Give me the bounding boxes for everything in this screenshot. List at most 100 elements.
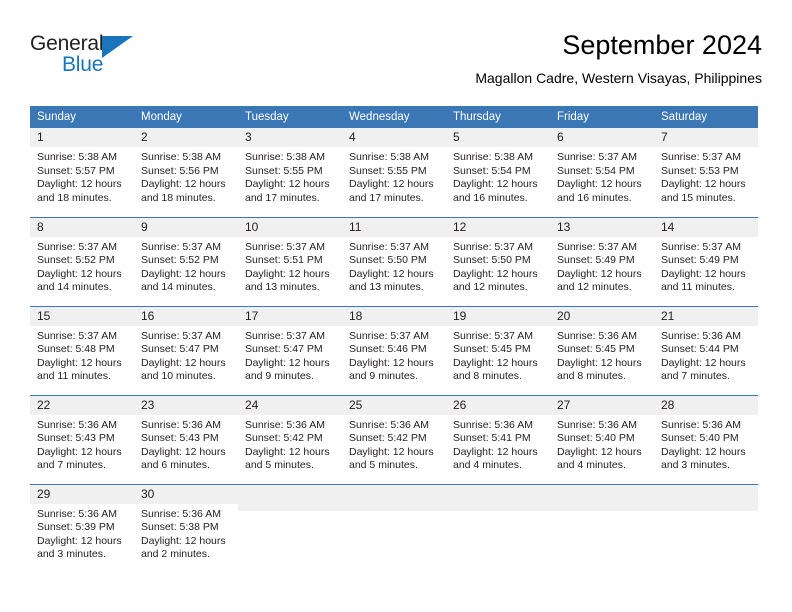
daylight-text-line2: and 8 minutes. — [453, 370, 522, 383]
day-detail: Sunrise: 5:37 AM Sunset: 5:51 PM Daylight:… — [238, 237, 342, 295]
calendar-day-cell[interactable]: 29 Sunrise: 5:36 AM Sunset: 5:39 PM Dayligh… — [30, 483, 134, 573]
daylight-text-line2: and 7 minutes. — [37, 459, 106, 472]
calendar-day-cell[interactable]: 5 Sunrise: 5:38 AM Sunset: 5:54 PM Daylight… — [446, 128, 550, 217]
calendar-day-cell[interactable]: 24 Sunrise: 5:36 AM Sunset: 5:42 PM Dayligh… — [238, 394, 342, 484]
daylight-text-line1: Daylight: 12 hours — [245, 267, 330, 280]
calendar-day-cell[interactable]: 15 Sunrise: 5:37 AM Sunset: 5:48 PM Dayligh… — [30, 305, 134, 395]
sunset-text: Sunset: 5:55 PM — [349, 164, 427, 177]
sunset-text: Sunset: 5:52 PM — [141, 254, 219, 267]
sunrise-text: Sunrise: 5:37 AM — [661, 151, 741, 163]
day-number: 13 — [550, 217, 654, 237]
page-subtitle: Magallon Cadre, Western Visayas, Philipp… — [475, 70, 762, 86]
day-number: 14 — [654, 217, 758, 237]
sunrise-text: Sunrise: 5:38 AM — [453, 151, 533, 163]
sunrise-text: Sunrise: 5:36 AM — [349, 418, 429, 431]
sunrise-text: Sunrise: 5:37 AM — [557, 240, 637, 253]
calendar-week-row: 29 Sunrise: 5:36 AM Sunset: 5:39 PM Dayligh… — [30, 483, 758, 573]
daylight-text-line2: and 10 minutes. — [141, 370, 216, 383]
day-number: 26 — [446, 395, 550, 415]
sunrise-text: Sunrise: 5:36 AM — [661, 329, 741, 342]
title-block: September 2024 Magallon Cadre, Western V… — [475, 28, 762, 88]
day-detail: Sunrise: 5:38 AM Sunset: 5:55 PM Daylight:… — [238, 147, 342, 205]
calendar-day-cell[interactable]: 11 Sunrise: 5:37 AM Sunset: 5:50 PM Dayligh… — [342, 216, 446, 306]
calendar-day-cell[interactable]: 2 Sunrise: 5:38 AM Sunset: 5:56 PM Daylight… — [134, 128, 238, 217]
sunset-text: Sunset: 5:44 PM — [661, 343, 739, 356]
day-detail: Sunrise: 5:37 AM Sunset: 5:49 PM Daylight:… — [550, 237, 654, 295]
calendar-day-cell[interactable]: 17 Sunrise: 5:37 AM Sunset: 5:47 PM Dayligh… — [238, 305, 342, 395]
sunrise-text: Sunrise: 5:36 AM — [245, 418, 325, 431]
daylight-text-line2: and 12 minutes. — [453, 281, 528, 294]
daylight-text-line1: Daylight: 12 hours — [453, 267, 538, 280]
calendar-day-cell[interactable]: 19 Sunrise: 5:37 AM Sunset: 5:45 PM Dayligh… — [446, 305, 550, 395]
day-detail: Sunrise: 5:38 AM Sunset: 5:55 PM Daylight:… — [342, 147, 446, 205]
calendar-day-cell[interactable]: 4 Sunrise: 5:38 AM Sunset: 5:55 PM Daylight… — [342, 128, 446, 217]
calendar-day-cell[interactable]: 14 Sunrise: 5:37 AM Sunset: 5:49 PM Dayligh… — [654, 216, 758, 306]
daylight-text-line1: Daylight: 12 hours — [349, 267, 434, 280]
day-detail: Sunrise: 5:36 AM Sunset: 5:40 PM Daylight:… — [550, 415, 654, 473]
calendar-day-cell[interactable]: 9 Sunrise: 5:37 AM Sunset: 5:52 PM Daylight… — [134, 216, 238, 306]
day-detail: Sunrise: 5:37 AM Sunset: 5:50 PM Daylight:… — [342, 237, 446, 295]
daylight-text-line2: and 16 minutes. — [557, 191, 632, 204]
daylight-text-line1: Daylight: 12 hours — [141, 445, 226, 458]
sunset-text: Sunset: 5:54 PM — [453, 164, 531, 177]
calendar-day-cell[interactable]: 27 Sunrise: 5:36 AM Sunset: 5:40 PM Dayligh… — [550, 394, 654, 484]
calendar-day-cell[interactable]: 20 Sunrise: 5:36 AM Sunset: 5:45 PM Dayligh… — [550, 305, 654, 395]
calendar-week-row: 22 Sunrise: 5:36 AM Sunset: 5:43 PM Dayligh… — [30, 394, 758, 484]
daylight-text-line2: and 14 minutes. — [141, 281, 216, 294]
day-number: 24 — [238, 395, 342, 415]
daylight-text-line2: and 13 minutes. — [349, 281, 424, 294]
day-number: 11 — [342, 217, 446, 237]
daylight-text-line2: and 3 minutes. — [661, 459, 730, 472]
sunset-text: Sunset: 5:50 PM — [349, 254, 427, 267]
calendar-day-cell[interactable]: 28 Sunrise: 5:36 AM Sunset: 5:40 PM Dayligh… — [654, 394, 758, 484]
day-number — [550, 484, 654, 511]
calendar-day-cell[interactable]: 26 Sunrise: 5:36 AM Sunset: 5:41 PM Dayligh… — [446, 394, 550, 484]
day-detail: Sunrise: 5:37 AM Sunset: 5:53 PM Daylight:… — [654, 147, 758, 205]
calendar-day-cell[interactable]: 6 Sunrise: 5:37 AM Sunset: 5:54 PM Daylight… — [550, 128, 654, 217]
daylight-text-line1: Daylight: 12 hours — [453, 178, 538, 191]
calendar-day-cell[interactable]: 30 Sunrise: 5:36 AM Sunset: 5:38 PM Dayligh… — [134, 483, 238, 573]
calendar-day-cell[interactable]: 3 Sunrise: 5:38 AM Sunset: 5:55 PM Daylight… — [238, 128, 342, 217]
sunrise-text: Sunrise: 5:37 AM — [245, 329, 325, 342]
daylight-text-line2: and 18 minutes. — [141, 191, 216, 204]
calendar-day-cell[interactable]: 1 Sunrise: 5:38 AM Sunset: 5:57 PM Daylight… — [30, 128, 134, 217]
day-detail: Sunrise: 5:36 AM Sunset: 5:42 PM Daylight:… — [342, 415, 446, 473]
daylight-text-line2: and 9 minutes. — [349, 370, 418, 383]
calendar-day-cell[interactable]: 7 Sunrise: 5:37 AM Sunset: 5:53 PM Daylight… — [654, 128, 758, 217]
weekday-header-wednesday: Wednesday — [342, 106, 446, 128]
daylight-text-line1: Daylight: 12 hours — [453, 445, 538, 458]
sunset-text: Sunset: 5:49 PM — [557, 254, 635, 267]
daylight-text-line1: Daylight: 12 hours — [349, 178, 434, 191]
calendar-day-cell[interactable]: 18 Sunrise: 5:37 AM Sunset: 5:46 PM Dayligh… — [342, 305, 446, 395]
calendar-day-cell[interactable]: 8 Sunrise: 5:37 AM Sunset: 5:52 PM Daylight… — [30, 216, 134, 306]
day-number: 9 — [134, 217, 238, 237]
day-number: 19 — [446, 306, 550, 326]
calendar-day-cell[interactable]: 13 Sunrise: 5:37 AM Sunset: 5:49 PM Dayligh… — [550, 216, 654, 306]
sunrise-text: Sunrise: 5:36 AM — [37, 507, 117, 520]
daylight-text-line2: and 7 minutes. — [661, 370, 730, 383]
calendar-day-cell[interactable]: 21 Sunrise: 5:36 AM Sunset: 5:44 PM Dayligh… — [654, 305, 758, 395]
daylight-text-line1: Daylight: 12 hours — [557, 445, 642, 458]
calendar-day-cell[interactable]: 16 Sunrise: 5:37 AM Sunset: 5:47 PM Dayligh… — [134, 305, 238, 395]
calendar-header-row: Sunday Monday Tuesday Wednesday Thursday… — [30, 106, 758, 128]
calendar-day-cell[interactable]: 22 Sunrise: 5:36 AM Sunset: 5:43 PM Dayligh… — [30, 394, 134, 484]
sunset-text: Sunset: 5:41 PM — [453, 432, 531, 445]
daylight-text-line1: Daylight: 12 hours — [37, 534, 122, 547]
sunrise-text: Sunrise: 5:37 AM — [37, 240, 117, 253]
day-number: 4 — [342, 128, 446, 147]
sunset-text: Sunset: 5:47 PM — [245, 343, 323, 356]
daylight-text-line2: and 16 minutes. — [453, 191, 528, 204]
sunrise-text: Sunrise: 5:37 AM — [661, 240, 741, 253]
calendar-day-cell[interactable]: 12 Sunrise: 5:37 AM Sunset: 5:50 PM Dayligh… — [446, 216, 550, 306]
calendar-day-cell[interactable]: 25 Sunrise: 5:36 AM Sunset: 5:42 PM Dayligh… — [342, 394, 446, 484]
daylight-text-line1: Daylight: 12 hours — [349, 445, 434, 458]
daylight-text-line2: and 17 minutes. — [245, 191, 320, 204]
calendar-day-cell[interactable]: 23 Sunrise: 5:36 AM Sunset: 5:43 PM Dayligh… — [134, 394, 238, 484]
daylight-text-line1: Daylight: 12 hours — [557, 267, 642, 280]
day-number: 12 — [446, 217, 550, 237]
day-number: 21 — [654, 306, 758, 326]
calendar-day-cell[interactable]: 10 Sunrise: 5:37 AM Sunset: 5:51 PM Dayligh… — [238, 216, 342, 306]
page-masthead: General Blue September 2024 Magallon Cad… — [30, 28, 762, 100]
day-detail: Sunrise: 5:36 AM Sunset: 5:38 PM Daylight:… — [134, 504, 238, 562]
sunrise-text: Sunrise: 5:37 AM — [245, 240, 325, 253]
